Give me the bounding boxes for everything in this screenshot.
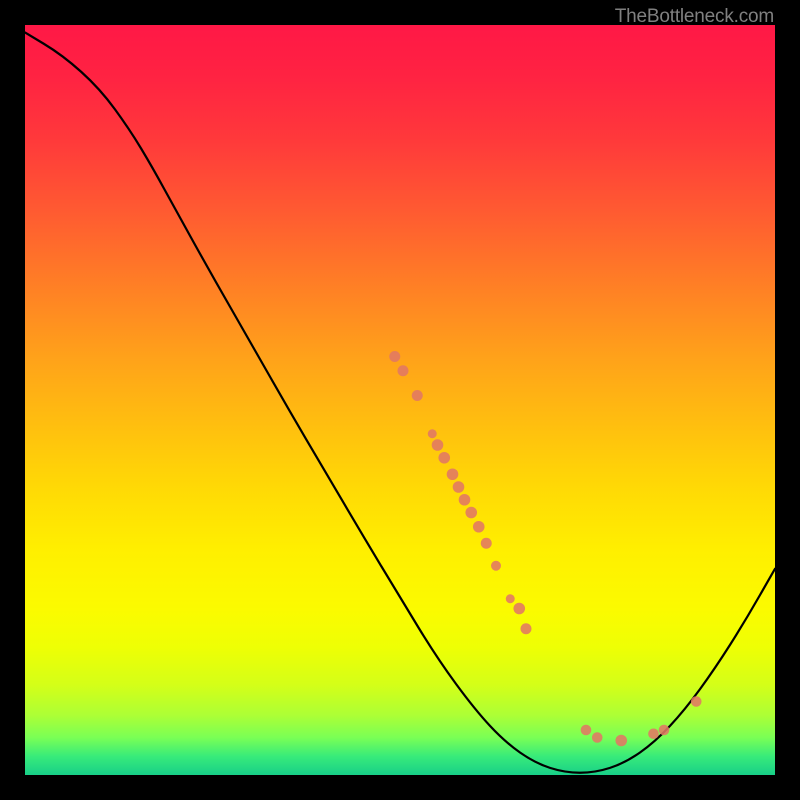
attribution-label: TheBottleneck.com [615,6,774,28]
data-dot [513,603,525,615]
data-dot [481,538,492,549]
data-dot [465,507,477,519]
data-dot [592,732,603,743]
plot-area [25,25,775,775]
data-dot [453,481,465,493]
data-dot [506,594,515,603]
data-dot [412,390,423,401]
data-dot [438,452,450,464]
data-dot [432,439,444,451]
data-dot [581,725,592,736]
data-dot [447,468,459,480]
data-dot [389,351,400,362]
data-dot [521,623,532,634]
data-dot [648,728,659,739]
bottleneck-curve [25,25,775,775]
data-dot [691,696,702,707]
data-dot [491,561,501,571]
data-dot [428,429,437,438]
data-dot [398,365,409,376]
data-dot [459,494,471,506]
data-dot [615,735,627,747]
chart-container: TheBottleneck.com [0,0,800,800]
data-dot [659,725,670,736]
data-dot [473,521,485,533]
